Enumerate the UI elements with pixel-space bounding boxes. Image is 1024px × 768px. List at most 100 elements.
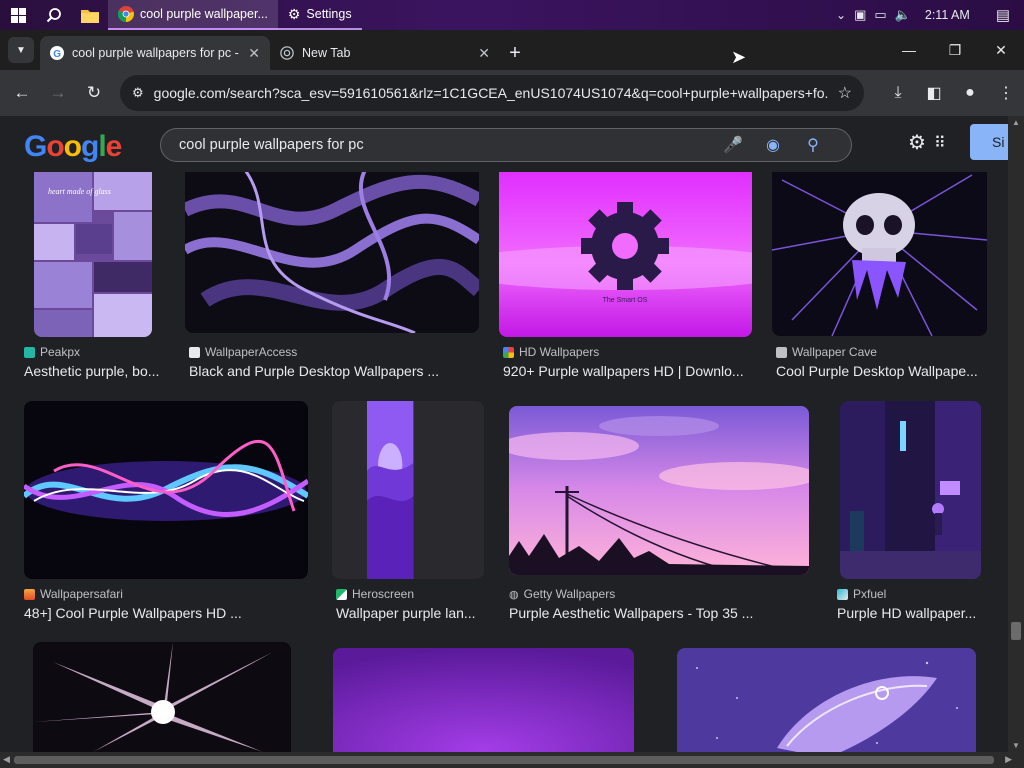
taskbar-settings-label: Settings: [306, 7, 352, 21]
result-thumbnail[interactable]: heart made of glass: [34, 172, 152, 337]
close-tab-icon[interactable]: ✕: [478, 45, 490, 62]
result-title[interactable]: Purple Aesthetic Wallpapers - Top 35 ...: [509, 605, 809, 621]
wallpaperaccess-favicon-icon: [189, 346, 200, 358]
result-thumbnail[interactable]: [509, 406, 809, 575]
result-title[interactable]: 920+ Purple wallpapers HD | Downlo...: [503, 363, 752, 379]
result-source[interactable]: Wallpapersafari: [24, 587, 123, 601]
chrome-icon: [280, 46, 294, 60]
notifications-icon[interactable]: ▤: [996, 6, 1010, 24]
result-title[interactable]: Cool Purple Desktop Wallpape...: [776, 363, 986, 379]
file-explorer-icon[interactable]: [72, 0, 108, 30]
search-icon[interactable]: ⚲: [793, 135, 833, 155]
tab-google-search[interactable]: G cool purple wallpapers for pc - ✕: [40, 36, 270, 70]
tab-label: New Tab: [302, 46, 351, 60]
bookmark-star-icon[interactable]: ☆: [838, 83, 852, 103]
taskbar-chrome-task[interactable]: cool purple wallpaper...: [108, 0, 278, 30]
result-thumbnail[interactable]: [772, 172, 987, 336]
toolbar-actions: ⤓ ◧ ● ⋮: [880, 70, 1024, 116]
result-source[interactable]: Heroscreen: [336, 587, 414, 601]
search-query[interactable]: cool purple wallpapers for pc: [179, 137, 713, 153]
result-source[interactable]: Pxfuel: [837, 587, 886, 601]
collage-caption: heart made of glass: [48, 187, 111, 196]
close-window-icon[interactable]: ✕: [978, 30, 1024, 70]
result-title[interactable]: Purple HD wallpaper...: [837, 605, 981, 621]
taskbar-search-icon[interactable]: [36, 0, 72, 30]
profile-avatar-icon[interactable]: ●: [952, 75, 988, 111]
result-thumbnail[interactable]: The Smart OS: [499, 172, 752, 337]
settings-gear-icon[interactable]: ⚙: [908, 130, 926, 155]
reload-icon[interactable]: ↻: [76, 75, 112, 111]
windows-start-icon[interactable]: [0, 0, 36, 30]
result-thumbnail[interactable]: [33, 642, 291, 752]
tab-new-tab[interactable]: New Tab ✕: [270, 36, 500, 70]
microphone-icon[interactable]: 🎤: [713, 135, 753, 155]
result-source[interactable]: WallpaperAccess: [189, 345, 297, 359]
clock[interactable]: 2:11 AM: [925, 8, 970, 22]
result-thumbnail[interactable]: [24, 401, 308, 579]
google-search-box[interactable]: cool purple wallpapers for pc 🎤 ◉ ⚲: [160, 128, 852, 162]
forward-arrow-icon[interactable]: →: [40, 75, 76, 111]
result-title[interactable]: Wallpaper purple lan...: [336, 605, 482, 621]
gear-caption: The Smart OS: [603, 297, 648, 304]
pxfuel-favicon-icon: [837, 588, 848, 600]
result-source[interactable]: Peakpx: [24, 345, 80, 359]
globe-icon: ◍: [509, 588, 519, 601]
google-logo[interactable]: Google: [24, 130, 122, 164]
apps-grid-icon[interactable]: ⠿: [934, 133, 946, 153]
peakpx-favicon-icon: [24, 346, 35, 358]
restore-icon[interactable]: ❐: [932, 30, 978, 70]
side-panel-icon[interactable]: ◧: [916, 75, 952, 111]
wallpapercave-favicon-icon: [776, 346, 787, 358]
back-arrow-icon[interactable]: ←: [4, 75, 40, 111]
result-source[interactable]: ◍ Getty Wallpapers: [509, 587, 615, 601]
network-icon[interactable]: ▭: [874, 7, 886, 23]
hdwallpapers-favicon-icon: [503, 346, 514, 358]
image-results-grid: heart made of glass Peakpx Aesthetic pur…: [0, 172, 1008, 752]
header-right-icons: ⚙ ⠿: [908, 130, 946, 155]
security-icon[interactable]: ▣: [854, 7, 866, 23]
result-title[interactable]: 48+] Cool Purple Wallpapers HD ...: [24, 605, 308, 621]
heroscreen-favicon-icon: [336, 588, 347, 600]
result-thumbnail[interactable]: [332, 401, 484, 579]
horizontal-scroll-thumb[interactable]: [14, 756, 994, 764]
taskbar-chrome-label: cool purple wallpaper...: [140, 7, 268, 21]
scroll-right-arrow-icon[interactable]: ▶: [1005, 754, 1012, 765]
scroll-down-arrow-icon[interactable]: ▼: [1008, 741, 1024, 750]
tab-search-chevron-icon[interactable]: ▼: [8, 37, 34, 63]
vertical-scroll-thumb[interactable]: [1011, 622, 1021, 640]
result-title[interactable]: Aesthetic purple, bo...: [24, 363, 168, 379]
minimize-icon[interactable]: —: [886, 30, 932, 70]
windows-taskbar: cool purple wallpaper... ⚙ Settings ⌄ ▣ …: [0, 0, 1024, 30]
volume-muted-icon[interactable]: 🔈: [895, 7, 911, 23]
tab-label: cool purple wallpapers for pc -: [72, 46, 239, 60]
mouse-cursor-icon: ➤: [731, 47, 747, 67]
result-thumbnail[interactable]: [677, 648, 976, 752]
lens-camera-icon[interactable]: ◉: [753, 135, 793, 155]
tab-strip: ▼ G cool purple wallpapers for pc - ✕ Ne…: [0, 30, 1024, 70]
google-favicon-icon: G: [50, 46, 64, 60]
address-bar[interactable]: ⚙ google.com/search?sca_esv=591610561&rl…: [120, 75, 864, 111]
system-tray: ⌄ ▣ ▭ 🔈 2:11 AM ▤: [836, 0, 1024, 30]
download-icon[interactable]: ⤓: [880, 75, 916, 111]
result-source[interactable]: HD Wallpapers: [503, 345, 599, 359]
chrome-icon: [118, 6, 134, 22]
result-thumbnail[interactable]: [840, 401, 981, 579]
scroll-up-arrow-icon[interactable]: ▲: [1008, 118, 1024, 127]
vertical-scrollbar[interactable]: ▲ ▼: [1008, 116, 1024, 752]
result-thumbnail[interactable]: [333, 648, 634, 752]
url-text[interactable]: google.com/search?sca_esv=591610561&rlz=…: [154, 85, 828, 101]
browser-toolbar: ← → ↻ ⚙ google.com/search?sca_esv=591610…: [0, 70, 1024, 116]
chevron-up-icon[interactable]: ⌄: [836, 8, 846, 22]
scroll-left-arrow-icon[interactable]: ◀: [3, 754, 10, 765]
new-tab-plus-icon[interactable]: +: [500, 36, 530, 70]
window-controls: — ❐ ✕: [886, 30, 1024, 70]
result-title[interactable]: Black and Purple Desktop Wallpapers ...: [189, 363, 479, 379]
result-source[interactable]: Wallpaper Cave: [776, 345, 877, 359]
menu-kebab-icon[interactable]: ⋮: [988, 75, 1024, 111]
svg-text:G: G: [53, 49, 61, 60]
close-tab-icon[interactable]: ✕: [248, 45, 260, 62]
result-thumbnail[interactable]: [185, 172, 479, 333]
horizontal-scrollbar[interactable]: ◀ ▶: [0, 752, 1024, 768]
site-info-icon[interactable]: ⚙: [132, 85, 144, 101]
taskbar-settings-task[interactable]: ⚙ Settings: [277, 0, 362, 30]
